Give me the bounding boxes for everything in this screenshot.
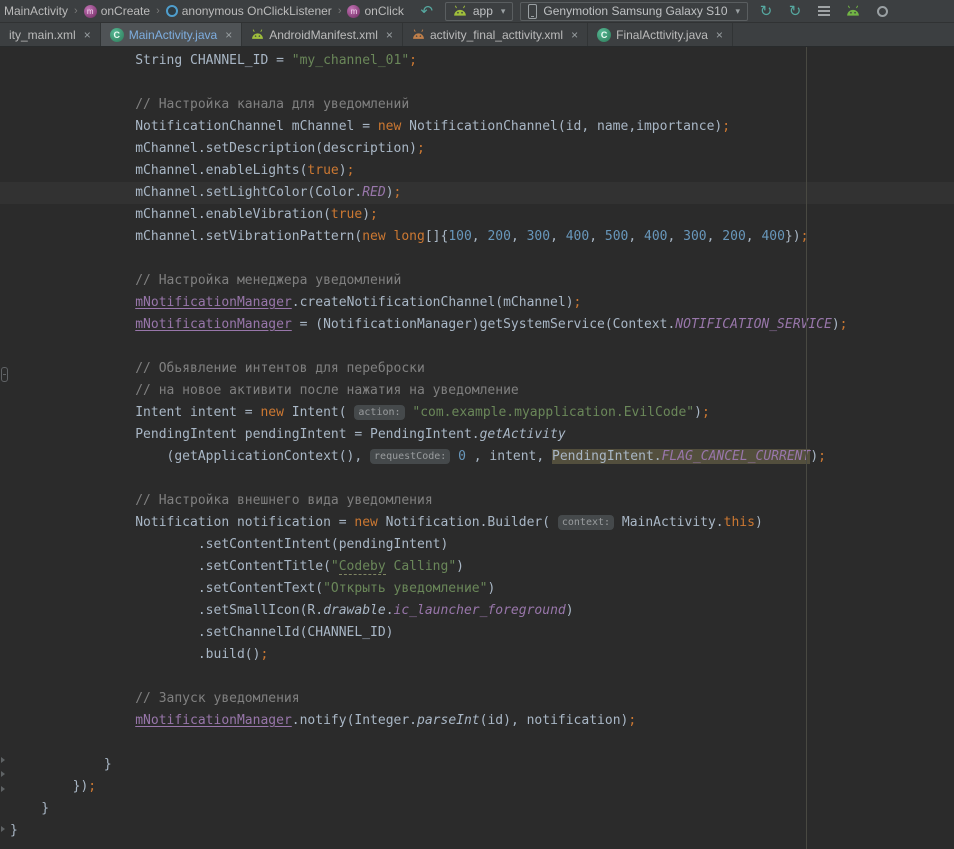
code-line[interactable] — [0, 732, 954, 754]
avd-manager-icon[interactable] — [871, 1, 893, 21]
code-line[interactable]: } — [0, 754, 954, 776]
back-arrow-icon[interactable]: ↶ — [416, 1, 438, 21]
code-line[interactable] — [0, 468, 954, 490]
toolbar-actions: ↶ app ▾ Genymotion Samsung Galaxy S10 ▾ … — [416, 1, 883, 21]
chevron-down-icon: ▾ — [501, 6, 506, 17]
device-selector[interactable]: Genymotion Samsung Galaxy S10 ▾ — [520, 2, 748, 21]
code-line[interactable]: mChannel.setLightColor(Color.RED); — [0, 182, 954, 204]
chevron-down-icon: ▾ — [736, 6, 741, 17]
gear-icon — [877, 6, 888, 17]
breadcrumb-oncreate[interactable]: m onCreate — [82, 3, 152, 19]
tab-mainactivity-java[interactable]: C MainActivity.java × — [101, 23, 243, 46]
code-line[interactable]: // Настройка внешнего вида уведомления — [0, 490, 954, 512]
class-icon: C — [110, 28, 124, 42]
device-label: Genymotion Samsung Galaxy S10 — [543, 4, 727, 18]
right-margin-guide — [806, 47, 807, 849]
code-line[interactable] — [0, 666, 954, 688]
chevron-right-icon: › — [337, 5, 343, 17]
code-line[interactable]: mNotificationManager = (NotificationMana… — [0, 314, 954, 336]
code-line[interactable]: String CHANNEL_ID = "my_channel_01"; — [0, 50, 954, 72]
code-line[interactable]: // Обьявление интентов для переброски — [0, 358, 954, 380]
main-toolbar: MainActivity › m onCreate › anonymous On… — [0, 0, 954, 23]
gutter-icon[interactable] — [1, 367, 8, 382]
close-icon[interactable]: × — [225, 28, 232, 42]
code-lines: String CHANNEL_ID = "my_channel_01"; // … — [0, 47, 954, 842]
class-icon: C — [597, 28, 611, 42]
tab-label: MainActivity.java — [129, 28, 217, 42]
code-line[interactable]: .build(); — [0, 644, 954, 666]
fold-marker[interactable] — [1, 757, 5, 763]
list-icon — [818, 10, 830, 12]
breadcrumb-anonymous-class[interactable]: anonymous OnClickListener — [164, 3, 334, 19]
breadcrumb-label: anonymous OnClickListener — [182, 4, 332, 18]
code-line[interactable]: mNotificationManager.notify(Integer.pars… — [0, 710, 954, 732]
chevron-right-icon: › — [73, 5, 79, 17]
code-line[interactable]: mChannel.enableLights(true); — [0, 160, 954, 182]
method-icon: m — [84, 5, 97, 18]
tab-label: FinalActtivity.java — [616, 28, 708, 42]
tab-activity-main-xml[interactable]: ity_main.xml × — [0, 23, 101, 46]
chevron-right-icon: › — [155, 5, 161, 17]
code-line[interactable] — [0, 72, 954, 94]
code-line[interactable]: mChannel.setDescription(description); — [0, 138, 954, 160]
code-editor[interactable]: String CHANNEL_ID = "my_channel_01"; // … — [0, 47, 954, 849]
code-line[interactable]: PendingIntent pendingIntent = PendingInt… — [0, 424, 954, 446]
close-icon[interactable]: × — [386, 28, 393, 42]
breadcrumb-onclick[interactable]: m onClick — [345, 3, 405, 19]
code-line[interactable]: } — [0, 820, 954, 842]
android-icon — [412, 29, 425, 40]
tab-androidmanifest-xml[interactable]: AndroidManifest.xml × — [242, 23, 403, 46]
phone-icon — [528, 4, 537, 19]
code-line[interactable]: // Настройка канала для уведомлений — [0, 94, 954, 116]
breadcrumb-label: onCreate — [101, 4, 150, 18]
sdk-manager-icon[interactable] — [842, 1, 864, 21]
tab-label: activity_final_acttivity.xml — [430, 28, 563, 42]
close-icon[interactable]: × — [571, 28, 578, 42]
tab-finalacttivity-java[interactable]: C FinalActtivity.java × — [588, 23, 733, 46]
code-line[interactable]: Notification notification = new Notifica… — [0, 512, 954, 534]
run-config-label: app — [473, 4, 493, 18]
android-icon — [846, 5, 860, 17]
code-line[interactable]: mChannel.setVibrationPattern(new long[]{… — [0, 226, 954, 248]
code-line[interactable]: // на новое активити после нажатия на ув… — [0, 380, 954, 402]
close-icon[interactable]: × — [716, 28, 723, 42]
sync-gradle-icon[interactable]: ↻ — [784, 1, 806, 21]
close-icon[interactable]: × — [84, 28, 91, 42]
build-variants-icon[interactable] — [813, 1, 835, 21]
code-line[interactable]: .setSmallIcon(R.drawable.ic_launcher_for… — [0, 600, 954, 622]
android-icon — [251, 29, 264, 40]
method-icon: m — [347, 5, 360, 18]
breadcrumb-class[interactable]: MainActivity — [2, 3, 70, 19]
code-line[interactable]: mChannel.enableVibration(true); — [0, 204, 954, 226]
run-config-selector[interactable]: app ▾ — [445, 2, 514, 21]
tab-activity-final-acttivity-xml[interactable]: activity_final_acttivity.xml × — [403, 23, 588, 46]
code-line[interactable] — [0, 248, 954, 270]
code-line[interactable]: NotificationChannel mChannel = new Notif… — [0, 116, 954, 138]
tab-label: AndroidManifest.xml — [269, 28, 378, 42]
breadcrumb-label: onClick — [364, 4, 403, 18]
anonymous-class-icon — [166, 5, 178, 17]
code-line[interactable]: } — [0, 798, 954, 820]
code-line[interactable]: }); — [0, 776, 954, 798]
code-line[interactable]: .setContentIntent(pendingIntent) — [0, 534, 954, 556]
code-line[interactable]: (getApplicationContext(), requestCode: 0… — [0, 446, 954, 468]
android-icon — [453, 5, 467, 17]
fold-marker[interactable] — [1, 786, 5, 792]
code-line[interactable]: // Запуск уведомления — [0, 688, 954, 710]
tab-label: ity_main.xml — [9, 28, 76, 42]
code-line[interactable]: .setChannelId(CHANNEL_ID) — [0, 622, 954, 644]
code-line[interactable]: Intent intent = new Intent( action: "com… — [0, 402, 954, 424]
sync-project-icon[interactable]: ↻ — [755, 1, 777, 21]
code-line[interactable]: .setContentText("Открыть уведомление") — [0, 578, 954, 600]
code-line[interactable]: // Настройка менеджера уведомлений — [0, 270, 954, 292]
code-line[interactable]: mNotificationManager.createNotificationC… — [0, 292, 954, 314]
fold-marker[interactable] — [1, 826, 5, 832]
editor-tabs: ity_main.xml × C MainActivity.java × And… — [0, 23, 954, 47]
code-line[interactable]: .setContentTitle("Codeby Calling") — [0, 556, 954, 578]
fold-marker[interactable] — [1, 771, 5, 777]
code-line[interactable] — [0, 336, 954, 358]
navigation-bar: MainActivity › m onCreate › anonymous On… — [2, 3, 406, 19]
